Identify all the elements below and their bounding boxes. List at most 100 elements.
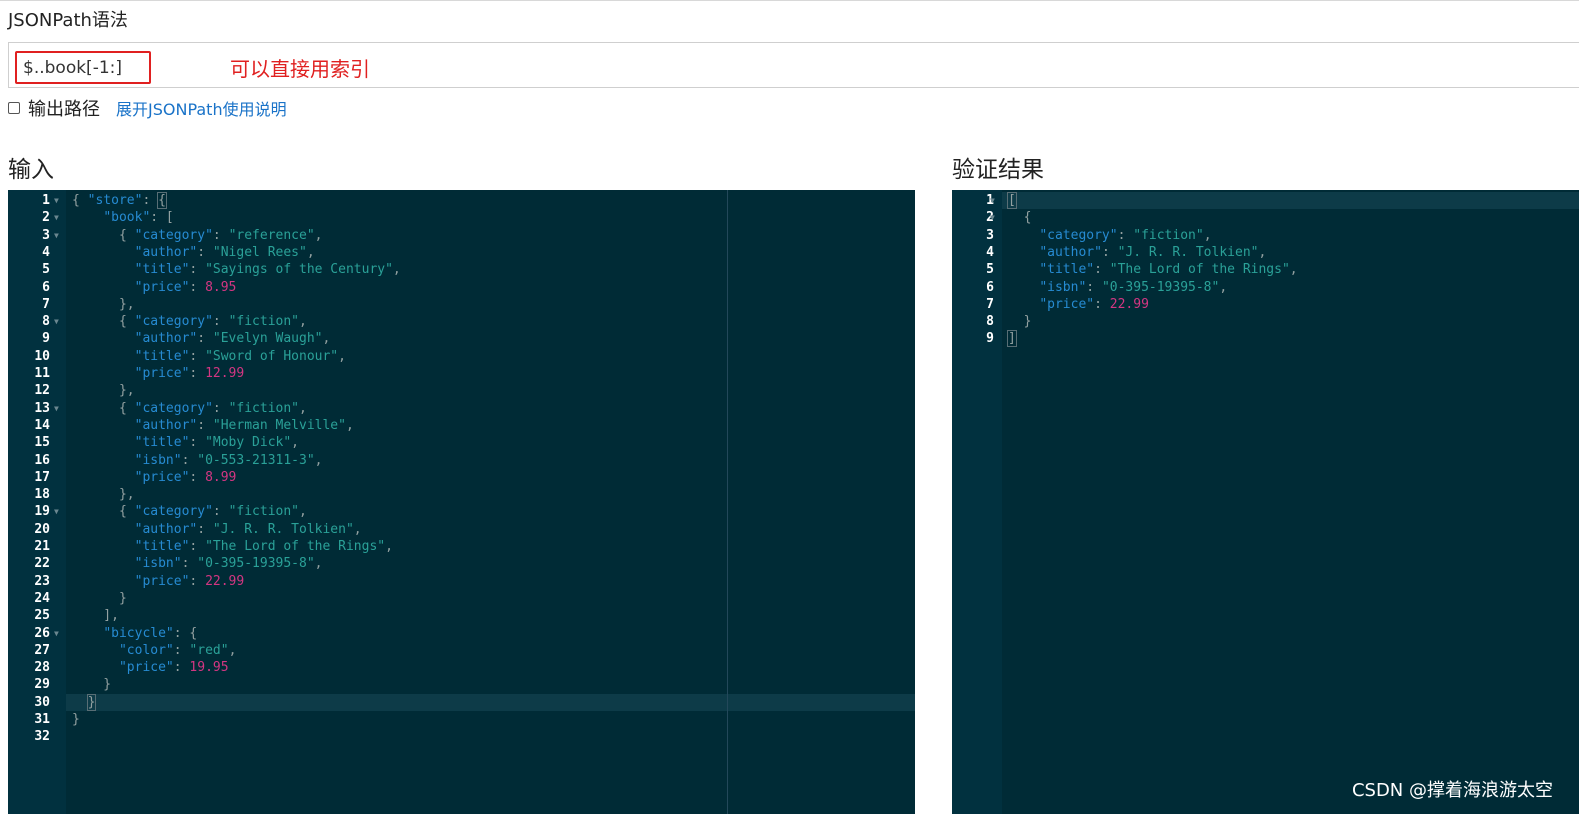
json-punctuation (1008, 280, 1039, 295)
json-key: "isbn" (1039, 279, 1087, 295)
json-string: "0-553-21311-3" (197, 452, 315, 468)
json-key: "price" (134, 469, 190, 485)
code-text: "price": 8.99 (72, 469, 237, 486)
json-punctuation: , (291, 435, 299, 451)
line-number: 6 (986, 279, 994, 295)
json-string: "J. R. R. Tolkien" (1117, 244, 1259, 260)
json-punctuation (72, 643, 119, 658)
json-punctuation: : (173, 660, 190, 676)
code-line: 24 } (8, 590, 915, 607)
json-punctuation: , (345, 417, 354, 433)
json-punctuation: , (353, 521, 362, 537)
code-line: 31} (8, 711, 915, 728)
json-punctuation (72, 366, 135, 381)
fold-toggle-icon[interactable]: ▼ (54, 192, 59, 209)
line-number: 13 (34, 400, 50, 416)
code-text: "isbn": "0-395-19395-8", (1008, 279, 1227, 296)
json-punctuation: [ (1007, 192, 1017, 209)
jsonpath-help-link[interactable]: 展开JSONPath使用说明 (116, 96, 287, 120)
code-line: 6 "price": 8.95 (8, 279, 915, 296)
code-line: 18 }, (8, 486, 915, 503)
json-string: "Nigel Rees" (212, 244, 307, 260)
code-line: 26 ▼ "bicycle": { (8, 625, 915, 642)
code-text: "author": "Nigel Rees", (72, 244, 315, 261)
code-text: }, (72, 296, 135, 313)
json-punctuation: : (1094, 262, 1110, 278)
code-line: 21 "title": "The Lord of the Rings", (8, 538, 915, 555)
json-punctuation (72, 556, 135, 571)
output-path-checkbox[interactable] (8, 102, 20, 114)
fold-toggle-icon[interactable]: ▼ (990, 209, 995, 226)
json-punctuation: , (228, 642, 237, 658)
json-punctuation: , (314, 452, 323, 468)
json-punctuation (1008, 228, 1039, 243)
json-key: "author" (134, 521, 198, 537)
jsonpath-input[interactable] (23, 56, 143, 80)
watermark: CSDN @撑着海浪游太空 (1351, 780, 1553, 801)
json-punctuation: , (392, 262, 401, 278)
fold-toggle-icon[interactable]: ▼ (54, 313, 59, 330)
json-string: "Herman Melville" (212, 417, 346, 433)
json-number: 22.99 (205, 573, 245, 589)
fold-toggle-icon[interactable]: ▼ (54, 227, 59, 244)
json-string: "The Lord of the Rings" (205, 539, 386, 554)
json-punctuation (72, 418, 135, 433)
code-line: 5 "title": "Sayings of the Century", (8, 261, 915, 278)
top-divider (0, 0, 1579, 1)
code-text: "category": "fiction", (1008, 227, 1211, 244)
code-text: "title": "Sayings of the Century", (72, 261, 401, 278)
json-string: "The Lord of the Rings" (1109, 262, 1290, 278)
json-punctuation: : (1117, 227, 1134, 243)
json-key: "author" (134, 417, 198, 433)
json-punctuation (72, 539, 135, 554)
json-string: "fiction" (228, 314, 300, 330)
json-punctuation (72, 262, 135, 277)
json-punctuation: { (72, 193, 88, 208)
line-number: 9 (986, 331, 994, 347)
code-line: 12 }, (8, 382, 915, 399)
code-text: [ (1007, 192, 1017, 209)
json-punctuation (72, 470, 135, 485)
json-punctuation: : (197, 521, 213, 537)
code-text: "title": "The Lord of the Rings", (72, 538, 393, 555)
code-line: 7 }, (8, 296, 915, 313)
json-punctuation (72, 280, 135, 295)
json-key: "price" (118, 660, 174, 676)
code-text: "title": "Sword of Honour", (72, 348, 346, 365)
code-line: 30 } (8, 693, 915, 711)
code-line: 15 "title": "Moby Dick", (8, 434, 915, 451)
input-json-editor[interactable]: 1 ▼{ "store": {2 ▼ "book": [3 ▼ { "category… (8, 190, 915, 814)
code-text: "price": 12.99 (72, 365, 245, 382)
line-number: 4 (42, 244, 50, 260)
fold-toggle-icon[interactable]: ▼ (54, 209, 59, 226)
code-text: "book": [ (72, 209, 173, 226)
json-string: "Sword of Honour" (205, 348, 339, 364)
fold-toggle-icon[interactable]: ▼ (54, 625, 59, 642)
code-line: 6 "isbn": "0-395-19395-8", (952, 279, 1579, 296)
json-punctuation (72, 349, 135, 364)
json-key: "store" (87, 193, 143, 208)
code-text: "author": "J. R. R. Tolkien", (1008, 244, 1266, 261)
json-punctuation: ] (1007, 330, 1017, 348)
fold-toggle-icon[interactable]: ▼ (54, 400, 59, 417)
json-punctuation: { (72, 504, 135, 520)
line-number: 5 (42, 262, 50, 278)
fold-toggle-icon[interactable]: ▼ (54, 503, 59, 520)
json-punctuation: ], (72, 608, 119, 624)
code-text: } (1008, 313, 1032, 330)
code-line: 7 "price": 22.99 (952, 296, 1579, 313)
code-text: "isbn": "0-395-19395-8", (72, 555, 323, 572)
line-number: 8 (986, 314, 994, 330)
json-punctuation: : (189, 348, 206, 364)
result-json-editor[interactable]: 1 ▼[2 ▼ {3 "category": "fiction", 4 "author… (952, 190, 1579, 814)
json-string: "reference" (228, 227, 315, 243)
json-punctuation (72, 522, 135, 537)
line-number: 7 (42, 296, 50, 312)
json-punctuation: , (314, 556, 323, 572)
fold-toggle-icon[interactable]: ▼ (990, 192, 995, 209)
code-line: 5 "title": "The Lord of the Rings", (952, 261, 1579, 278)
json-string: "red" (189, 642, 229, 658)
json-string: "0-395-19395-8" (1101, 279, 1220, 295)
json-string: "fiction" (228, 400, 300, 416)
line-number: 28 (34, 660, 50, 676)
